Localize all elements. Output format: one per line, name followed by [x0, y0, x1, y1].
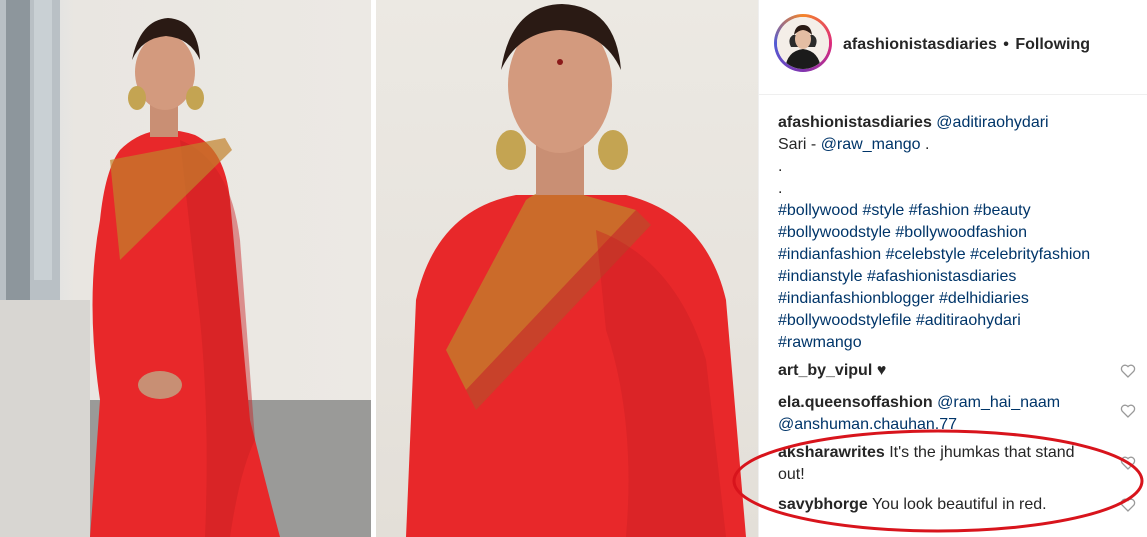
- comment-username[interactable]: art_by_vipul: [778, 362, 872, 379]
- hashtag-line[interactable]: #indianfashion #celebstyle #celebrityfas…: [778, 244, 1128, 266]
- profile-avatar-icon[interactable]: [774, 14, 832, 72]
- woman-in-red-saree-closeup-image: [406, 4, 746, 537]
- caption-first-line: afashionistasdiaries @aditiraohydari: [778, 112, 1128, 134]
- comment-item: art_by_vipul ♥: [778, 360, 1108, 382]
- caption-sari-prefix: Sari -: [778, 136, 817, 153]
- post-header: afashionistasdiaries • Following: [759, 0, 1147, 95]
- caption-dot-line: .: [778, 158, 783, 175]
- annotation-ellipse: [732, 429, 1144, 533]
- follow-status[interactable]: Following: [1015, 36, 1090, 53]
- post-photo-left: [0, 0, 371, 537]
- caption-dot-line: .: [778, 180, 783, 197]
- caption-sari-mention-link[interactable]: @raw_mango: [821, 136, 921, 153]
- separator-dot: •: [1003, 36, 1009, 53]
- woman-in-red-saree-full-image: [0, 0, 371, 537]
- comment-text: ♥: [876, 362, 887, 379]
- heart-outline-icon[interactable]: [1120, 403, 1136, 419]
- hashtag-line[interactable]: #bollywood #style #fashion #beauty: [778, 200, 1128, 222]
- hashtag-line[interactable]: #bollywoodstyle #bollywoodfashion: [778, 222, 1128, 244]
- post-caption: afashionistasdiaries @aditiraohydari Sar…: [778, 112, 1128, 354]
- hashtag-line[interactable]: #indianfashionblogger #delhidiaries: [778, 288, 1128, 310]
- post-author-username[interactable]: afashionistasdiaries: [843, 36, 997, 53]
- avatar-image: [777, 17, 829, 69]
- hashtag-line[interactable]: #rawmango: [778, 332, 1128, 354]
- caption-sari-line: Sari - @raw_mango .: [778, 134, 1128, 156]
- caption-username[interactable]: afashionistasdiaries: [778, 114, 932, 131]
- hashtag-line[interactable]: #bollywoodstylefile #aditiraohydari: [778, 310, 1128, 332]
- caption-mention-link[interactable]: @aditiraohydari: [936, 114, 1048, 131]
- post-author-line: afashionistasdiaries • Following: [843, 36, 1090, 54]
- hashtag-line[interactable]: #indianstyle #afashionistasdiaries: [778, 266, 1128, 288]
- caption-sari-suffix: .: [924, 136, 930, 153]
- post-photo-right: [376, 0, 758, 537]
- comment-username[interactable]: ela.queensoffashion: [778, 394, 933, 411]
- comment-mention-link[interactable]: @ram_hai_naam: [937, 394, 1060, 411]
- heart-outline-icon[interactable]: [1120, 363, 1136, 379]
